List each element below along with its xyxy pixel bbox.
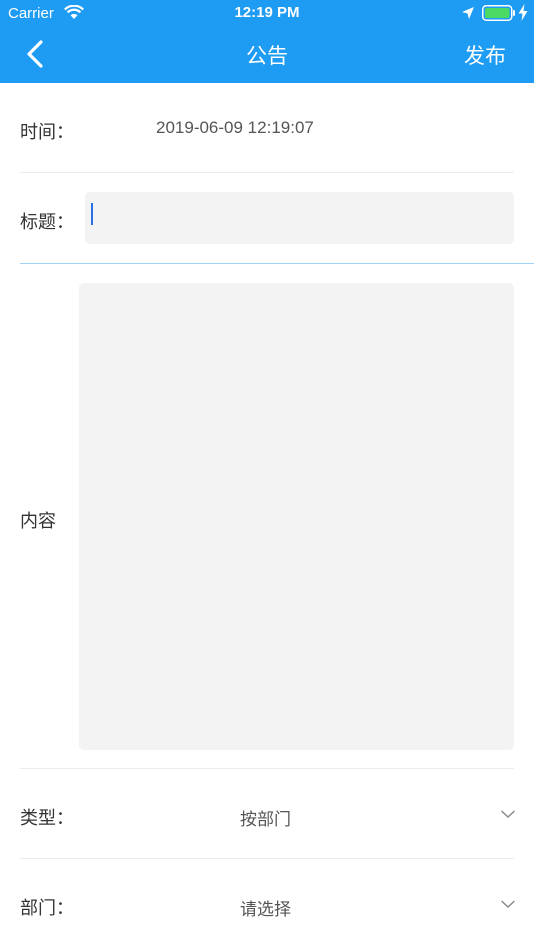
charging-bolt-icon — [518, 4, 528, 25]
divider — [20, 172, 514, 173]
divider — [20, 768, 514, 769]
department-placeholder: 请选择 — [240, 900, 291, 920]
title-input[interactable] — [85, 192, 514, 244]
content-textarea[interactable] — [79, 283, 514, 750]
divider — [20, 858, 514, 859]
type-label: 类型： — [20, 808, 74, 829]
type-value: 按部门 — [240, 810, 291, 830]
divider-active — [20, 263, 534, 264]
navigation-bar: 公告 发布 — [0, 28, 534, 83]
status-time: 12:19 PM — [234, 4, 300, 21]
header: Carrier 12:19 PM 公告 发布 — [0, 0, 534, 83]
time-label: 时间： — [20, 122, 74, 143]
location-arrow-icon — [461, 6, 475, 24]
status-bar: Carrier 12:19 PM — [0, 0, 534, 28]
page-title: 公告 — [246, 44, 288, 68]
battery-icon — [482, 5, 516, 25]
publish-button[interactable]: 发布 — [464, 40, 506, 70]
title-label: 标题： — [20, 212, 74, 233]
text-caret — [91, 203, 93, 225]
chevron-down-icon — [500, 806, 516, 826]
department-label: 部门： — [20, 898, 74, 919]
chevron-down-icon — [500, 896, 516, 916]
time-value: 2019-06-09 12:19:07 — [156, 118, 314, 137]
content-label: 内容 — [20, 511, 56, 532]
